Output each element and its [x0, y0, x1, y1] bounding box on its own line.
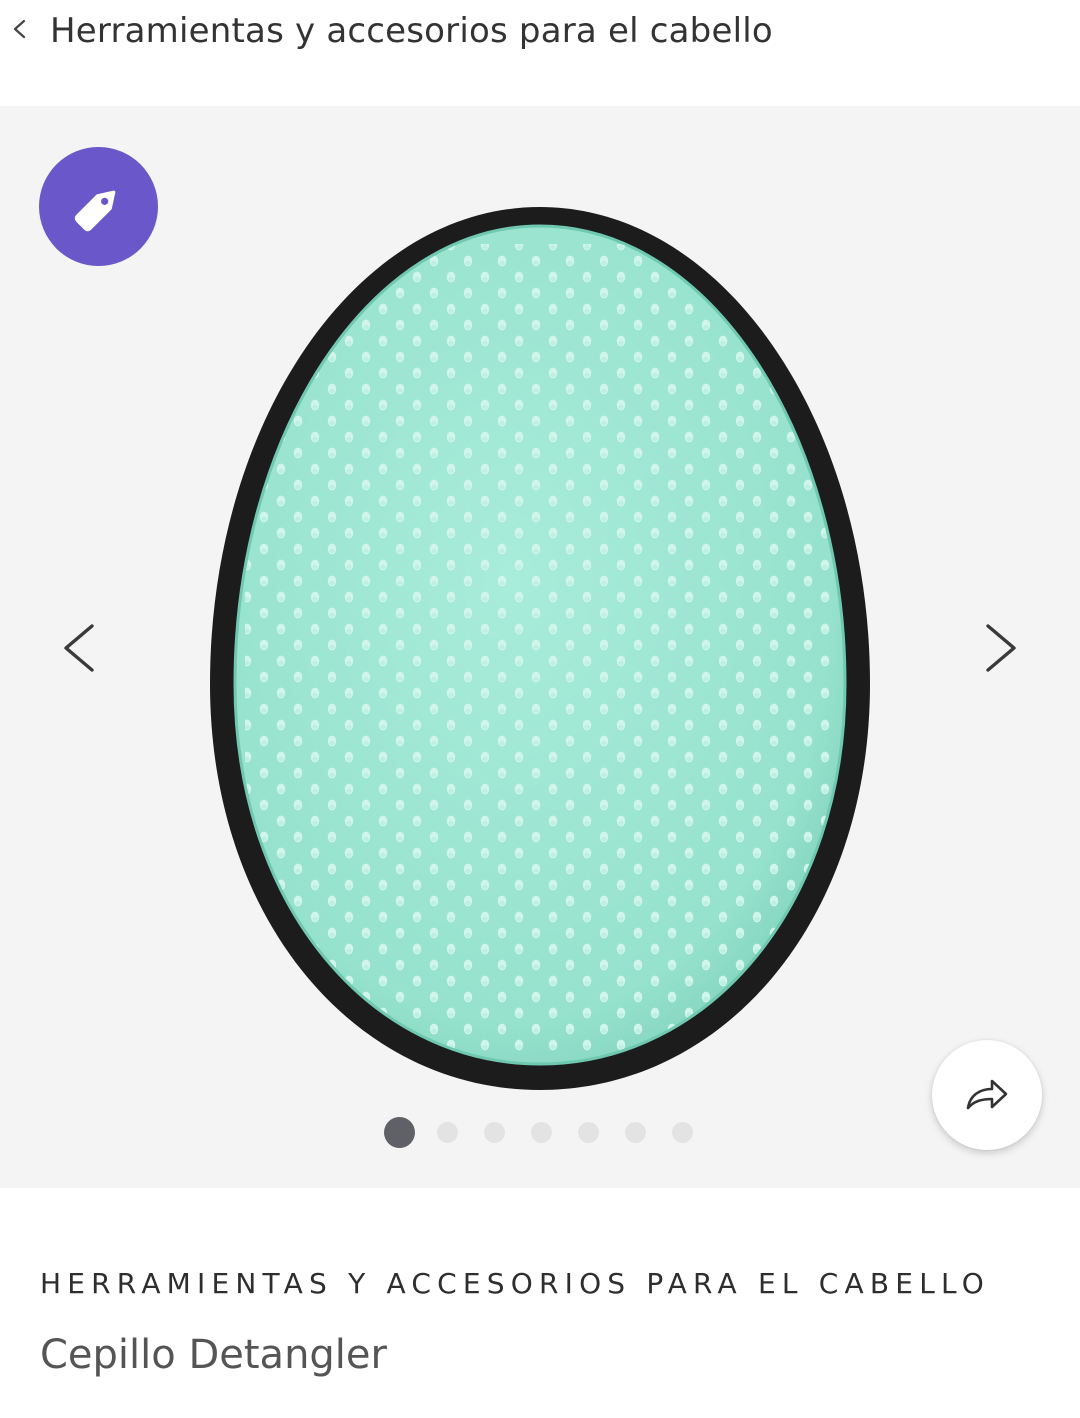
price-tag-icon: [74, 190, 115, 231]
pagination-dot[interactable]: [578, 1121, 599, 1143]
breadcrumb-link[interactable]: Herramientas y accesorios para el cabell…: [50, 10, 773, 52]
product-image: [210, 207, 870, 1090]
pagination-dot[interactable]: [484, 1121, 505, 1143]
pagination-dot-active[interactable]: [384, 1116, 415, 1148]
product-gallery: [0, 106, 1080, 1188]
share-button[interactable]: [932, 1040, 1042, 1150]
product-title: Cepillo Detangler: [40, 1332, 387, 1378]
image-pagination: [380, 1114, 719, 1150]
pagination-dot[interactable]: [625, 1121, 646, 1143]
next-image-button[interactable]: [980, 616, 1024, 680]
pagination-dot[interactable]: [672, 1121, 693, 1143]
top-bar: Herramientas y accesorios para el cabell…: [0, 0, 1080, 106]
product-category: HERRAMIENTAS Y ACCESORIOS PARA EL CABELL…: [40, 1267, 991, 1300]
prev-image-button[interactable]: [56, 616, 100, 680]
promo-tag-badge[interactable]: [39, 147, 158, 266]
share-arrow-icon: [966, 1079, 1008, 1110]
pagination-dot[interactable]: [437, 1121, 458, 1143]
chevron-left-icon[interactable]: [8, 14, 32, 44]
pagination-dot[interactable]: [531, 1121, 552, 1143]
